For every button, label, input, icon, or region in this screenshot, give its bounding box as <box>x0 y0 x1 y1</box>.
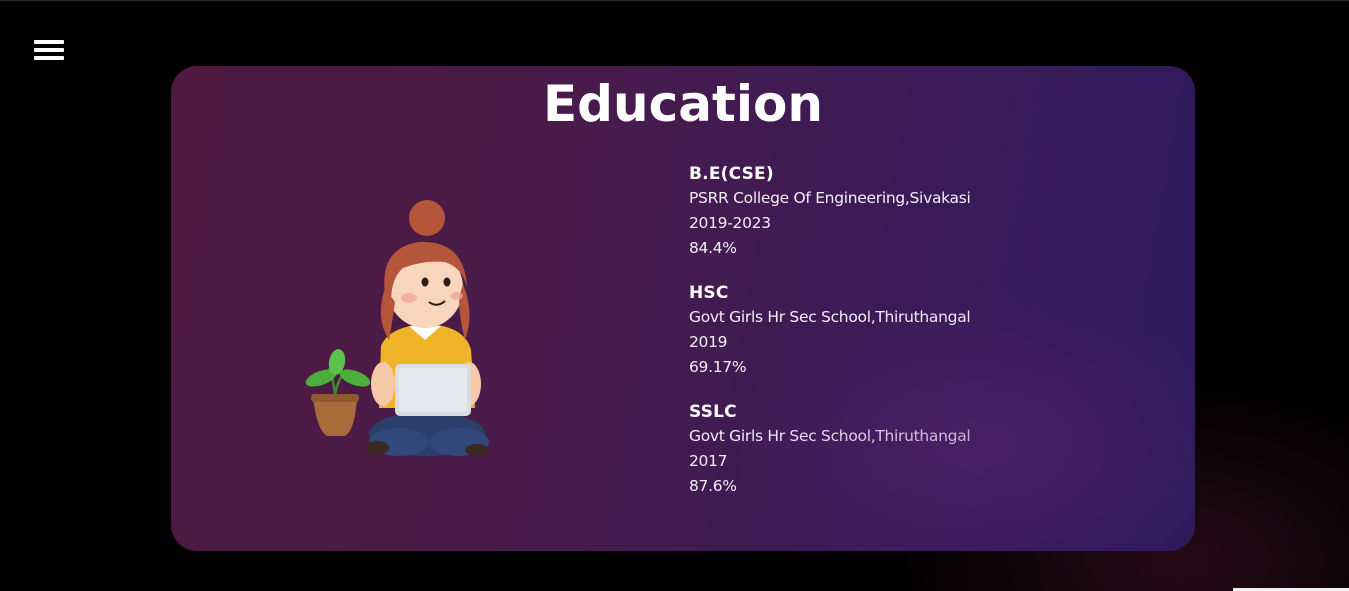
institution-name: Govt Girls Hr Sec School,Thiruthangal <box>689 427 971 445</box>
study-years: 2017 <box>689 452 728 470</box>
top-border <box>0 0 1349 1</box>
score: 87.6% <box>689 477 737 495</box>
hamburger-icon[interactable] <box>34 38 64 64</box>
portfolio-page: Education B.E(CSE) PSRR College Of Engin… <box>0 0 1349 591</box>
degree-title: SSLC <box>689 402 737 422</box>
menu-bar <box>34 48 64 52</box>
score: 84.4% <box>689 239 737 257</box>
girl-with-laptop-icon <box>305 200 489 456</box>
plant-icon <box>305 349 371 436</box>
degree-title: B.E(CSE) <box>689 164 774 184</box>
study-years: 2019-2023 <box>689 214 771 232</box>
education-entry-sslc: SSLC Govt Girls Hr Sec School,Thiruthang… <box>689 400 1109 499</box>
institution-name: Govt Girls Hr Sec School,Thiruthangal <box>689 308 971 326</box>
score: 69.17% <box>689 358 747 376</box>
education-list: B.E(CSE) PSRR College Of Engineering,Siv… <box>689 162 1109 519</box>
institution-name: PSRR College Of Engineering,Sivakasi <box>689 189 971 207</box>
degree-title: HSC <box>689 283 729 303</box>
study-years: 2019 <box>689 333 728 351</box>
education-entry-hsc: HSC Govt Girls Hr Sec School,Thiruthanga… <box>689 281 1109 380</box>
education-entry-be: B.E(CSE) PSRR College Of Engineering,Siv… <box>689 162 1109 261</box>
education-card: Education B.E(CSE) PSRR College Of Engin… <box>171 66 1195 551</box>
menu-bar <box>34 40 64 44</box>
section-title: Education <box>543 75 823 133</box>
menu-bar <box>34 56 64 60</box>
